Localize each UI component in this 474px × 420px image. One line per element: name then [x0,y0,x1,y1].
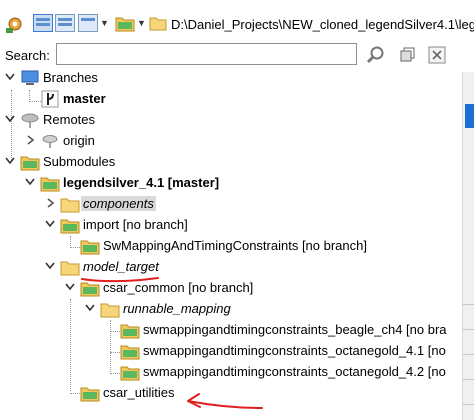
search-label: Search: [5,48,50,63]
folder-icon [60,195,80,213]
tree-label: SwMappingAndTimingConstraints [no branch… [103,238,367,253]
gear-icon[interactable] [4,14,26,34]
view-tree-icon[interactable] [33,14,53,32]
branches-icon [20,69,40,87]
tree-label: Remotes [43,112,96,127]
submodule-folder-icon [80,279,100,297]
view-list-icon[interactable] [78,14,98,32]
toolbar: ▼ ▼ D:\Daniel_Projects\NEW_cloned_legend… [0,8,474,38]
folder-icon [60,258,80,276]
collapse-icon[interactable] [44,218,56,230]
view-dropdown-icon[interactable]: ▼ [100,18,109,28]
tree-label: swmappingandtimingconstraints_octanegold… [143,343,446,358]
tree-label: model_target [83,259,159,274]
tree-item-csar-common[interactable]: csar_common [no branch] [0,278,300,299]
collapse-icon[interactable] [4,155,16,167]
collapse-icon[interactable] [64,281,76,293]
folder-icon [149,14,167,32]
tree-item-submodules[interactable]: Submodules [0,152,300,173]
submodule-folder-icon [80,237,100,255]
tree-label: swmappingandtimingconstraints_beagle_ch4… [143,322,447,337]
submodule-folder-icon [60,216,80,234]
tree-label: Branches [43,70,98,85]
remotes-icon [20,111,40,129]
folder-icon [100,300,120,318]
collapse-icon[interactable] [24,176,36,188]
tree-label: csar_utilities [103,385,175,400]
repository-path[interactable]: D:\Daniel_Projects\NEW_cloned_legendSilv… [171,17,474,32]
search-icon[interactable] [366,45,386,65]
remote-icon [40,132,60,150]
tree-item-components[interactable]: components [0,194,300,215]
submodule-folder-icon [120,321,140,339]
expand-icon[interactable] [44,197,56,209]
collapse-icon[interactable] [44,260,56,272]
tree-item-origin[interactable]: origin [0,131,300,152]
tree-label: Submodules [43,154,116,169]
branch-icon [40,90,60,108]
tree-label: csar_common [no branch] [103,280,254,295]
submodule-folder-icon [120,342,140,360]
tree-item-model-target[interactable]: model_target [0,257,300,278]
tree-label: components [81,196,156,211]
tree-item-legendsilver[interactable]: legendsilver_4.1 [master] [0,173,300,194]
tree-item-master[interactable]: master [0,89,300,110]
tree-item-remotes[interactable]: Remotes [0,110,300,131]
tree-label: master [63,91,106,106]
submodule-folder-icon [120,363,140,381]
submodule-folder-icon [40,174,60,192]
tree-label: runnable_mapping [123,301,231,316]
expand-icon[interactable] [24,134,36,146]
submodule-folder-icon [20,153,40,171]
tree-label: origin [63,133,95,148]
tree-item-branches[interactable]: Branches [0,68,300,89]
repository-folder-icon[interactable] [115,14,135,32]
tree-item-runnable-mapping[interactable]: runnable_mapping [0,299,300,320]
submodule-folder-icon [80,384,100,402]
view-split-icon[interactable] [55,14,75,32]
tree-label: swmappingandtimingconstraints_octanegold… [143,364,446,379]
repository-dropdown-icon[interactable]: ▼ [137,18,146,28]
right-panel-edge[interactable] [462,72,474,420]
tree-item-csar-utilities[interactable]: csar_utilities [0,383,300,404]
tree-item-import[interactable]: import [no branch] [0,215,300,236]
collapse-icon[interactable] [4,113,16,125]
search-input[interactable] [56,43,357,65]
tree-item-swmapping[interactable]: SwMappingAndTimingConstraints [no branch… [0,236,400,257]
collapse-icon[interactable] [4,71,16,83]
tree-label: legendsilver_4.1 [master] [63,175,220,190]
tree-label: import [no branch] [83,217,188,232]
copy-icon[interactable] [400,47,416,63]
clear-icon[interactable] [428,46,446,64]
repository-tree: Branches master Remotes origin Submodule… [0,66,462,420]
collapse-icon[interactable] [84,302,96,314]
